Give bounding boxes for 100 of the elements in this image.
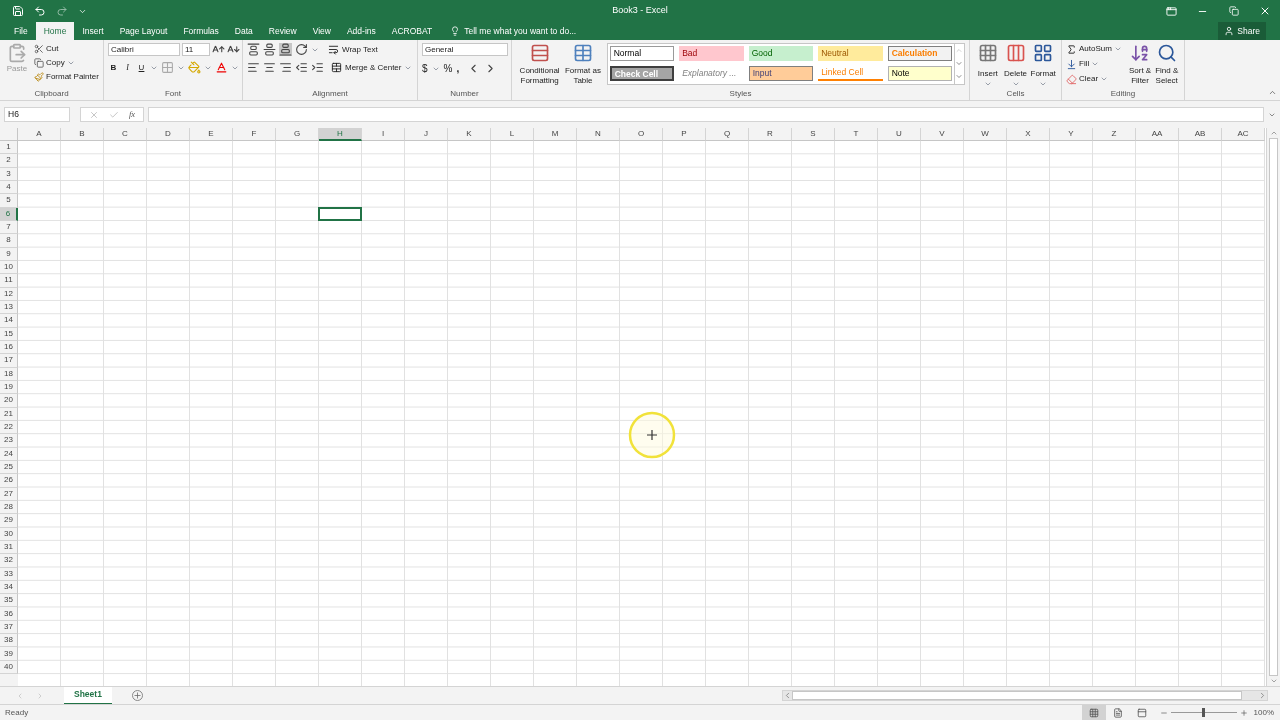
- decrease-indent-icon[interactable]: [295, 61, 308, 74]
- merge-icon[interactable]: [331, 62, 342, 73]
- cell-style-swatch[interactable]: Input: [748, 66, 814, 81]
- font-name-field[interactable]: Calibri: [108, 43, 180, 56]
- column-header[interactable]: M: [534, 128, 577, 141]
- column-header[interactable]: Y: [1050, 128, 1093, 141]
- row-header[interactable]: 5: [0, 194, 18, 208]
- merge-center-button[interactable]: Merge & Center: [345, 61, 402, 74]
- caret-icon[interactable]: [1039, 80, 1048, 88]
- align-right-icon[interactable]: [279, 61, 292, 74]
- sort-filter-button[interactable]: Sort &: [1128, 66, 1152, 76]
- fill-down-icon[interactable]: [1066, 58, 1077, 70]
- copy-button[interactable]: Copy: [46, 57, 65, 69]
- zoom-in-icon[interactable]: [1239, 708, 1248, 717]
- row-header[interactable]: 1: [0, 141, 18, 155]
- number-format-field[interactable]: General: [422, 43, 508, 56]
- find-select-button[interactable]: Find &: [1155, 66, 1179, 76]
- scissors-icon[interactable]: [34, 44, 44, 54]
- row-header[interactable]: 26: [0, 474, 18, 488]
- ribbon-tab[interactable]: Add-ins: [338, 22, 384, 40]
- tell-me-field[interactable]: Tell me what you want to do...: [464, 24, 577, 38]
- caret-icon[interactable]: [983, 80, 992, 88]
- column-header[interactable]: O: [620, 128, 663, 141]
- fill-button[interactable]: Fill: [1079, 58, 1090, 70]
- column-header[interactable]: V: [921, 128, 964, 141]
- borders-icon[interactable]: [161, 61, 174, 74]
- column-header[interactable]: A: [18, 128, 61, 141]
- search-icon[interactable]: [1156, 43, 1177, 63]
- cell-style-swatch[interactable]: Neutral: [818, 46, 883, 61]
- column-header[interactable]: N: [577, 128, 620, 141]
- scrollbar-thumb[interactable]: [1269, 138, 1278, 676]
- zoom-level[interactable]: 100%: [1247, 706, 1280, 719]
- sigma-icon[interactable]: [1066, 43, 1077, 55]
- column-header[interactable]: L: [491, 128, 534, 141]
- select-all-button[interactable]: [0, 128, 18, 141]
- ribbon-tab[interactable]: ACROBAT: [383, 22, 441, 40]
- autosum-button[interactable]: AutoSum: [1079, 43, 1112, 55]
- align-center-icon[interactable]: [263, 61, 276, 74]
- column-header[interactable]: S: [792, 128, 835, 141]
- column-header[interactable]: F: [233, 128, 276, 141]
- table-icon[interactable]: [572, 43, 593, 63]
- wrap-text-icon[interactable]: [328, 44, 339, 55]
- delete-cells-icon[interactable]: [1005, 43, 1026, 63]
- ribbon-tab[interactable]: Page Layout: [111, 22, 176, 40]
- column-header[interactable]: J: [405, 128, 448, 141]
- row-header[interactable]: 2: [0, 154, 18, 168]
- format-as-table-button[interactable]: Format as: [564, 66, 601, 76]
- vertical-scrollbar[interactable]: [1266, 128, 1280, 686]
- sort-icon[interactable]: [1130, 43, 1151, 63]
- share-label[interactable]: Share: [1237, 24, 1260, 38]
- column-header[interactable]: K: [448, 128, 491, 141]
- horizontal-scrollbar[interactable]: [782, 690, 1268, 701]
- column-header[interactable]: C: [104, 128, 147, 141]
- column-header[interactable]: G: [276, 128, 319, 141]
- page-break-view-icon[interactable]: [1136, 707, 1147, 718]
- italic-button[interactable]: I: [122, 61, 133, 74]
- row-header[interactable]: 29: [0, 514, 18, 528]
- column-header[interactable]: E: [190, 128, 233, 141]
- comma-button[interactable]: ,: [456, 61, 460, 76]
- cells-button[interactable]: Insert: [977, 68, 998, 80]
- column-header[interactable]: B: [61, 128, 104, 141]
- column-header[interactable]: W: [964, 128, 1007, 141]
- cells-button[interactable]: Format: [1030, 68, 1056, 80]
- column-header[interactable]: R: [749, 128, 792, 141]
- underline-button[interactable]: U: [136, 61, 147, 74]
- cells-button[interactable]: Delete: [1003, 68, 1028, 80]
- ribbon-tab[interactable]: Insert: [74, 22, 112, 40]
- formula-input[interactable]: [148, 107, 1264, 122]
- column-header[interactable]: U: [878, 128, 921, 141]
- conditional-formatting-icon[interactable]: [529, 43, 550, 63]
- sheet-tab[interactable]: Sheet1: [64, 686, 112, 705]
- increase-indent-icon[interactable]: [311, 61, 324, 74]
- column-header[interactable]: Q: [706, 128, 749, 141]
- column-header[interactable]: AC: [1222, 128, 1265, 141]
- clipboard-icon[interactable]: [7, 43, 27, 63]
- share-button[interactable]: Share: [1218, 22, 1266, 40]
- cell-style-swatch[interactable]: Bad: [679, 46, 744, 61]
- enter-icon[interactable]: [109, 109, 119, 120]
- zoom-slider-thumb[interactable]: [1202, 708, 1206, 717]
- ribbon-tab[interactable]: Data: [226, 22, 261, 40]
- conditional-formatting-button[interactable]: Conditional: [519, 66, 560, 76]
- font-color-icon[interactable]: [215, 61, 228, 74]
- column-header[interactable]: AB: [1179, 128, 1222, 141]
- row-header[interactable]: 17: [0, 354, 18, 368]
- caret-icon[interactable]: [1011, 80, 1020, 88]
- font-size-field[interactable]: 11: [182, 43, 210, 56]
- column-header[interactable]: H: [319, 128, 362, 141]
- currency-button[interactable]: $: [422, 61, 428, 76]
- row-header[interactable]: 35: [0, 594, 18, 608]
- row-header[interactable]: 32: [0, 554, 18, 568]
- ribbon-tab[interactable]: View: [304, 22, 339, 40]
- cut-button[interactable]: Cut: [46, 43, 59, 55]
- cell-style-swatch[interactable]: Note: [887, 66, 953, 81]
- eraser-icon[interactable]: [1066, 73, 1077, 85]
- cell-style-swatch[interactable]: Normal: [609, 46, 675, 61]
- row-header[interactable]: 38: [0, 634, 18, 648]
- conditional-formatting-button[interactable]: Formatting: [520, 76, 559, 86]
- row-header[interactable]: 23: [0, 434, 18, 448]
- percent-button[interactable]: %: [443, 61, 453, 76]
- add-sheet-icon[interactable]: [131, 690, 143, 701]
